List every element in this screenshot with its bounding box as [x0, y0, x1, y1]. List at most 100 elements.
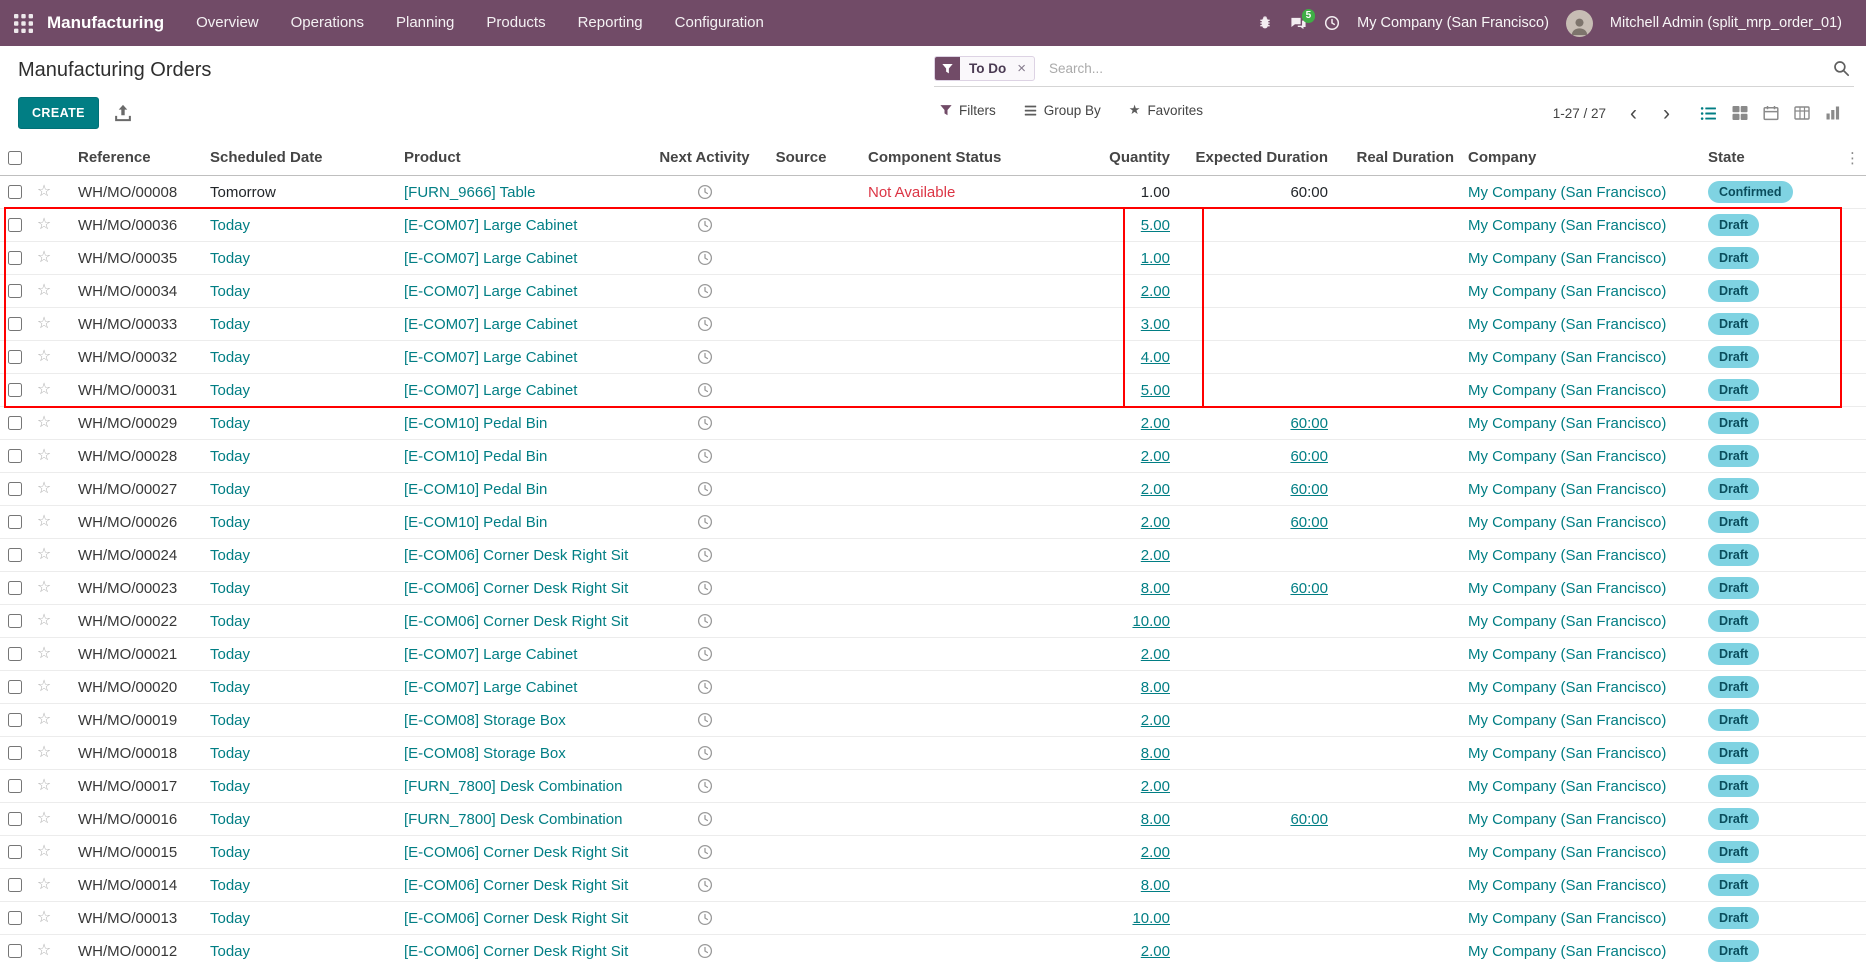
star-icon[interactable]: ☆	[37, 646, 51, 662]
activity-clock-icon[interactable]	[697, 184, 713, 200]
table-row[interactable]: ☆WH/MO/00033Today[E-COM07] Large Cabinet…	[0, 308, 1866, 341]
table-row[interactable]: ☆WH/MO/00027Today[E-COM10] Pedal Bin2.00…	[0, 473, 1866, 506]
table-row[interactable]: ☆WH/MO/00028Today[E-COM10] Pedal Bin2.00…	[0, 440, 1866, 473]
row-checkbox[interactable]	[8, 185, 22, 199]
menu-products[interactable]: Products	[470, 0, 561, 46]
pager-next-icon[interactable]: ›	[1661, 103, 1672, 124]
app-name[interactable]: Manufacturing	[47, 13, 164, 33]
activity-clock-icon[interactable]	[697, 547, 713, 563]
activity-clock-icon[interactable]	[697, 613, 713, 629]
menu-operations[interactable]: Operations	[275, 0, 380, 46]
group-by-button[interactable]: Group By	[1024, 103, 1101, 118]
row-checkbox[interactable]	[8, 944, 22, 958]
star-icon[interactable]: ☆	[37, 250, 51, 266]
table-row[interactable]: ☆WH/MO/00034Today[E-COM07] Large Cabinet…	[0, 275, 1866, 308]
row-checkbox[interactable]	[8, 779, 22, 793]
search-bar[interactable]: To Do ×	[934, 53, 1854, 87]
column-header-state[interactable]: State	[1706, 149, 1842, 166]
row-checkbox[interactable]	[8, 317, 22, 331]
star-icon[interactable]: ☆	[37, 283, 51, 299]
list-view-icon[interactable]	[1700, 105, 1717, 122]
row-checkbox[interactable]	[8, 647, 22, 661]
table-row[interactable]: ☆WH/MO/00014Today[E-COM06] Corner Desk R…	[0, 869, 1866, 902]
activity-clock-icon[interactable]	[697, 844, 713, 860]
star-icon[interactable]: ☆	[37, 712, 51, 728]
table-row[interactable]: ☆WH/MO/00022Today[E-COM06] Corner Desk R…	[0, 605, 1866, 638]
column-header-component-status[interactable]: Component Status	[840, 149, 1053, 166]
table-row[interactable]: ☆WH/MO/00012Today[E-COM06] Corner Desk R…	[0, 935, 1866, 966]
table-row[interactable]: ☆WH/MO/00015Today[E-COM06] Corner Desk R…	[0, 836, 1866, 869]
menu-overview[interactable]: Overview	[180, 0, 275, 46]
table-row[interactable]: ☆WH/MO/00029Today[E-COM10] Pedal Bin2.00…	[0, 407, 1866, 440]
activity-clock-icon[interactable]	[697, 745, 713, 761]
table-row[interactable]: ☆WH/MO/00017Today[FURN_7800] Desk Combin…	[0, 770, 1866, 803]
row-checkbox[interactable]	[8, 218, 22, 232]
menu-reporting[interactable]: Reporting	[562, 0, 659, 46]
table-row[interactable]: ☆WH/MO/00032Today[E-COM07] Large Cabinet…	[0, 341, 1866, 374]
create-button[interactable]: CREATE	[18, 97, 99, 129]
table-row[interactable]: ☆WH/MO/00021Today[E-COM07] Large Cabinet…	[0, 638, 1866, 671]
debug-bug-icon[interactable]	[1257, 15, 1273, 31]
kanban-view-icon[interactable]	[1732, 105, 1748, 121]
graph-view-icon[interactable]	[1825, 105, 1841, 121]
user-menu[interactable]: Mitchell Admin (split_mrp_order_01)	[1610, 15, 1842, 31]
column-header-quantity[interactable]: Quantity	[1053, 149, 1178, 166]
star-icon[interactable]: ☆	[37, 844, 51, 860]
column-header-expected-duration[interactable]: Expected Duration	[1178, 149, 1338, 166]
apps-grid-icon[interactable]	[14, 14, 33, 33]
row-checkbox[interactable]	[8, 680, 22, 694]
row-checkbox[interactable]	[8, 284, 22, 298]
star-icon[interactable]: ☆	[37, 778, 51, 794]
table-row[interactable]: ☆WH/MO/00008Tomorrow[FURN_9666] TableNot…	[0, 176, 1866, 209]
activity-clock-icon[interactable]	[697, 877, 713, 893]
column-header-source[interactable]: Source	[762, 149, 840, 166]
activity-clock-icon[interactable]	[697, 778, 713, 794]
pivot-view-icon[interactable]	[1794, 105, 1810, 121]
activity-clock-icon[interactable]	[697, 316, 713, 332]
star-icon[interactable]: ☆	[37, 679, 51, 695]
star-icon[interactable]: ☆	[37, 448, 51, 464]
table-row[interactable]: ☆WH/MO/00019Today[E-COM08] Storage Box2.…	[0, 704, 1866, 737]
filters-button[interactable]: Filters	[940, 103, 996, 118]
facet-remove-icon[interactable]: ×	[1015, 60, 1034, 77]
calendar-view-icon[interactable]	[1763, 105, 1779, 121]
table-row[interactable]: ☆WH/MO/00023Today[E-COM06] Corner Desk R…	[0, 572, 1866, 605]
star-icon[interactable]: ☆	[37, 811, 51, 827]
table-row[interactable]: ☆WH/MO/00026Today[E-COM10] Pedal Bin2.00…	[0, 506, 1866, 539]
table-row[interactable]: ☆WH/MO/00036Today[E-COM07] Large Cabinet…	[0, 209, 1866, 242]
activity-clock-icon[interactable]	[697, 415, 713, 431]
table-row[interactable]: ☆WH/MO/00035Today[E-COM07] Large Cabinet…	[0, 242, 1866, 275]
table-row[interactable]: ☆WH/MO/00024Today[E-COM06] Corner Desk R…	[0, 539, 1866, 572]
row-checkbox[interactable]	[8, 416, 22, 430]
star-icon[interactable]: ☆	[37, 580, 51, 596]
star-icon[interactable]: ☆	[37, 481, 51, 497]
activity-clock-icon[interactable]	[697, 910, 713, 926]
star-icon[interactable]: ☆	[37, 745, 51, 761]
menu-planning[interactable]: Planning	[380, 0, 470, 46]
row-checkbox[interactable]	[8, 449, 22, 463]
activity-clock-icon[interactable]	[697, 217, 713, 233]
row-checkbox[interactable]	[8, 581, 22, 595]
column-header-product[interactable]: Product	[382, 149, 647, 166]
star-icon[interactable]: ☆	[37, 943, 51, 959]
row-checkbox[interactable]	[8, 383, 22, 397]
activity-clock-icon[interactable]	[697, 448, 713, 464]
search-icon[interactable]	[1833, 60, 1854, 77]
pager-previous-icon[interactable]: ‹	[1628, 103, 1639, 124]
select-all-checkbox[interactable]	[8, 151, 22, 165]
favorites-button[interactable]: ★ Favorites	[1129, 102, 1203, 118]
table-row[interactable]: ☆WH/MO/00031Today[E-COM07] Large Cabinet…	[0, 374, 1866, 407]
export-icon[interactable]	[114, 104, 132, 122]
star-icon[interactable]: ☆	[37, 514, 51, 530]
messages-icon[interactable]: 5	[1290, 15, 1307, 32]
star-icon[interactable]: ☆	[37, 415, 51, 431]
row-checkbox[interactable]	[8, 911, 22, 925]
company-switcher[interactable]: My Company (San Francisco)	[1357, 15, 1549, 31]
activity-clock-icon[interactable]	[697, 943, 713, 959]
column-header-scheduled-date[interactable]: Scheduled Date	[192, 149, 382, 166]
star-icon[interactable]: ☆	[37, 910, 51, 926]
optional-columns-icon[interactable]: ⋮	[1845, 150, 1860, 167]
table-row[interactable]: ☆WH/MO/00020Today[E-COM07] Large Cabinet…	[0, 671, 1866, 704]
row-checkbox[interactable]	[8, 812, 22, 826]
search-facet[interactable]: To Do ×	[934, 56, 1035, 81]
